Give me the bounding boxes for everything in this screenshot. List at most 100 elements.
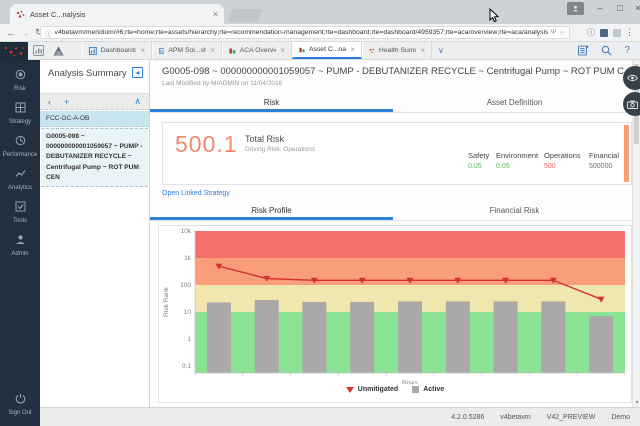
extension-icon[interactable] [600,29,608,37]
panel-toolbar: ‹ + ∧ [40,93,149,110]
screen: Asset C...nalysis × – □ × ← → ↻ ⓘ v4beta… [0,0,640,426]
svg-text:100: 100 [180,282,191,289]
server-name: v4betavm [500,414,530,421]
meridium-logo[interactable] [0,42,28,60]
site-view-button[interactable] [623,66,640,90]
extension-info-icon[interactable]: ⓘ [587,27,595,38]
analytics-icon [15,168,26,179]
tab-risk-profile[interactable]: Risk Profile [150,202,393,220]
browser-profile-button[interactable] [567,2,584,15]
svg-text:10: 10 [184,309,192,316]
page-info-icon[interactable]: ⓘ [45,28,52,38]
window-minimize-button[interactable]: – [592,3,608,13]
sidebar-item-risk[interactable]: Risk [0,67,40,92]
tab-financial-risk[interactable]: Financial Risk [393,202,636,220]
sidebar-item-tools[interactable]: Tools [0,199,40,224]
total-risk-card: 500.1 Total Risk Driving Risk: Operation… [162,122,632,185]
admin-person-icon [15,234,26,245]
browser-back-button[interactable]: ← [4,28,18,38]
task-list-icon[interactable] [578,45,589,56]
meridium-favicon-icon [16,10,25,19]
app-version: 4.2.0.5286 [451,414,484,421]
tab-overflow-chevron-icon[interactable]: ∨ [432,42,450,59]
window-maximize-button[interactable]: □ [612,3,628,13]
risk-category-safety: Safety 0.05 [468,151,489,170]
app-tab-asset-criticality-analysis[interactable]: Asset C...nalysis × [292,42,362,59]
new-tab-button[interactable] [228,9,262,22]
page-title: G0005-098 ~ 000000000001059057 ~ PUMP - … [162,66,624,77]
asset-hierarchy-button[interactable] [48,42,68,59]
category-value: 0.05 [496,163,538,170]
sidebar-item-admin[interactable]: Admin [0,232,40,257]
app-tab-close-icon[interactable]: × [420,46,425,55]
bookmark-star-icon[interactable]: ☆ [559,29,565,37]
tab-asset-definition[interactable]: Asset Definition [393,94,636,112]
browser-forward-button[interactable]: → [18,28,32,38]
risk-accent-bar [624,125,629,182]
category-value: 500 [544,163,581,170]
app-tab-close-icon[interactable]: × [140,46,145,55]
help-button[interactable]: ? [624,45,630,56]
app-tab-close-icon[interactable]: × [280,46,285,55]
legend-active[interactable]: Active [412,386,444,393]
asset-analysis-tab-icon [299,46,305,54]
meridium-logo-icon [2,44,26,58]
category-label: Environment [496,151,538,160]
aca-tab-icon [229,47,236,55]
sidebar-item-analytics[interactable]: Analytics [0,166,40,191]
open-linked-strategy-link[interactable]: Open Linked Strategy [162,190,230,197]
collapse-up-icon[interactable]: ∧ [134,96,141,107]
app-tab-health-summary[interactable]: Health Summary × [362,42,432,59]
app-header-bar: Dashboards × APM Sol...shboard × ACA Ove… [0,42,640,60]
browser-tab-title: Asset C...nalysis [30,10,208,19]
app-tab-close-icon[interactable]: × [350,45,355,54]
back-chevron-icon[interactable]: ‹ [48,97,51,107]
scrollbar-down-arrow-icon[interactable]: ▾ [633,399,640,406]
square-marker-icon [412,386,419,393]
tab-close-icon[interactable]: × [213,10,218,19]
sidebar-item-label: Strategy [0,119,40,125]
sign-out-button[interactable]: Sign Out [0,391,40,416]
nav-rail: Risk Strategy Performance Analytics Tool… [0,60,40,426]
tab-risk[interactable]: Risk [150,94,393,112]
url-text[interactable]: v4betavm/meridium/#6;rte=home;rte=assets… [55,29,548,36]
category-value: 0.05 [468,163,489,170]
search-icon[interactable] [601,45,612,56]
extension-icon-2[interactable] [613,29,621,37]
translate-icon[interactable]: Ψ [551,29,556,36]
main-content: G0005-098 ~ 000000000001059057 ~ PUMP - … [150,60,640,407]
legend-label: Active [423,386,444,393]
browser-tab[interactable]: Asset C...nalysis × [10,4,224,24]
url-field[interactable]: ⓘ v4betavm/meridium/#6;rte=home;rte=asse… [40,26,570,39]
sidebar-item-label: Tools [0,218,40,224]
app-tab-dashboards[interactable]: Dashboards × [82,42,152,59]
app-tab-label: Health Summary [379,47,416,54]
svg-text:Risk Rank: Risk Rank [163,286,170,316]
legend-unmitigated[interactable]: Unmitigated [346,386,398,393]
sidebar-item-label: Performance [0,152,40,158]
browser-addressbar: ← → ↻ ⓘ v4betavm/meridium/#6;rte=home;rt… [0,24,640,42]
snapshot-button[interactable] [623,92,640,116]
tree-item-fcc[interactable]: FCC-GC-A-OB [40,111,149,127]
status-bar: 4.2.0.5286 v4betavm V42_PREVIEW Demo [40,407,640,426]
chart-legend: Unmitigated Active [159,386,631,393]
app-tab-apm-dashboard[interactable]: APM Sol...shboard × [152,42,222,59]
sidebar-item-performance[interactable]: Performance [0,133,40,158]
risk-category-operations: Operations 500 [544,151,581,170]
tools-icon [15,201,26,212]
browser-menu-icon[interactable]: ⋮ [625,27,634,38]
add-icon[interactable]: + [64,97,69,107]
panel-collapse-icon[interactable]: ◂ [132,67,143,78]
app-tab-close-icon[interactable]: × [210,46,215,55]
selected-analysis-item[interactable]: G0005-098 ~ 000000000001059057 ~ PUMP - … [41,128,148,187]
performance-icon [15,135,26,146]
dashboard-home-button[interactable] [28,42,48,59]
app-tab-aca-overview[interactable]: ACA Overview × [222,42,292,59]
sub-tabbar: Risk Profile Financial Risk [150,202,636,221]
strategy-icon [15,102,26,113]
svg-text:Risks: Risks [402,380,419,384]
sidebar-item-strategy[interactable]: Strategy [0,100,40,125]
window-close-button[interactable]: × [630,3,640,13]
sidebar-item-label: Risk [0,86,40,92]
health-tab-icon [369,47,375,55]
